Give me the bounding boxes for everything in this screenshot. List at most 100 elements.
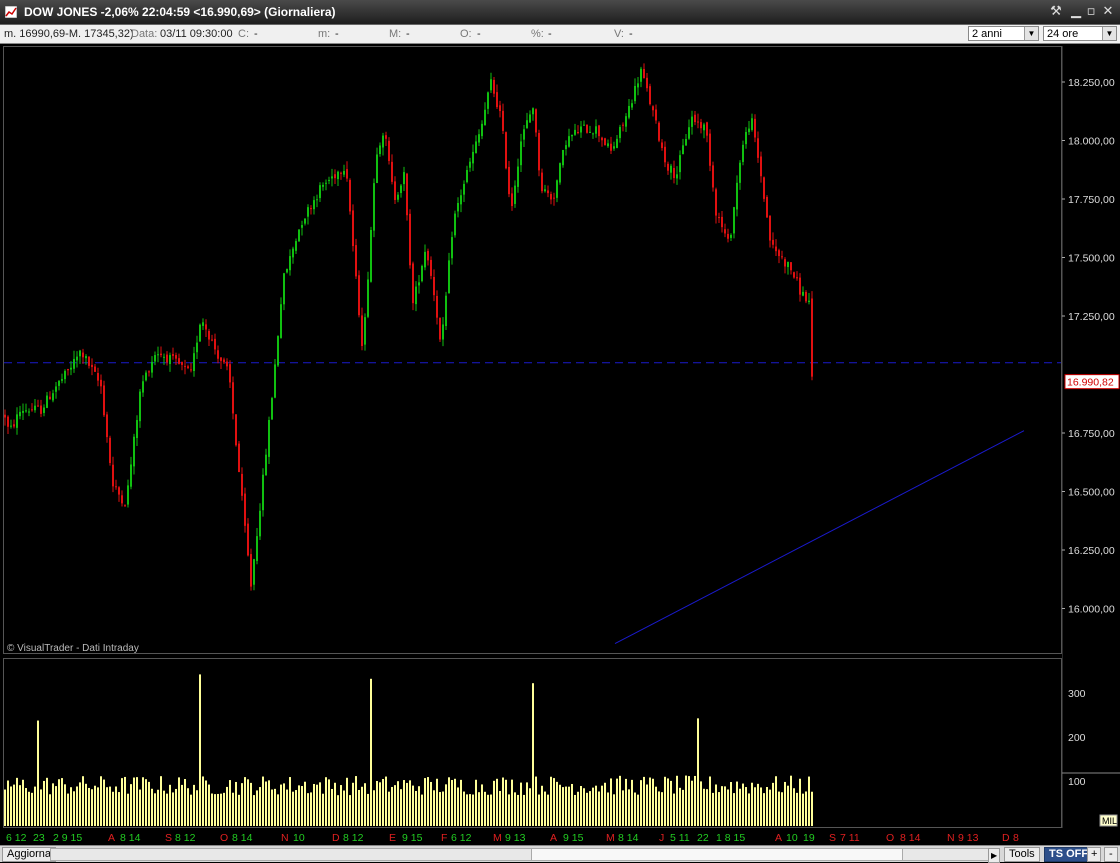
volume-bar [511, 779, 513, 826]
volume-bar [160, 776, 162, 826]
candle-body [370, 229, 372, 282]
min-value: - [335, 28, 339, 40]
volume-bar [517, 794, 519, 826]
volume-bar [787, 785, 789, 826]
candle-body [571, 134, 573, 137]
candle-body [739, 162, 741, 183]
volume-bar [106, 787, 108, 826]
date-axis-label: 7 11 [840, 832, 860, 844]
volume-bar [64, 784, 66, 826]
candle-body [730, 234, 732, 238]
candle-body [49, 396, 51, 400]
candle-body [418, 282, 420, 286]
volume-bar [94, 785, 96, 826]
hours-select-value: 24 ore [1047, 28, 1079, 40]
volume-bar [235, 781, 237, 826]
period-select[interactable]: 2 anni ▼ [968, 26, 1039, 41]
candle-body [751, 118, 753, 130]
volume-bar [520, 782, 522, 826]
volume-bar [733, 793, 735, 826]
volume-bar [694, 775, 696, 826]
volume-bar [685, 775, 687, 826]
candle-body [646, 77, 648, 89]
candle-body [310, 208, 312, 210]
refresh-button[interactable]: Aggiorna [2, 847, 57, 862]
volume-chart-panel[interactable] [3, 658, 1062, 828]
price-chart-panel[interactable] [3, 46, 1062, 654]
candle-body [187, 366, 189, 369]
volume-bar [187, 788, 189, 826]
volume-bar [775, 776, 777, 826]
minimize-button[interactable]: ▁ [1068, 4, 1084, 20]
price-axis-label: 16.750,00 [1068, 428, 1115, 440]
tools-button[interactable]: Tools [1004, 847, 1040, 862]
volume-bar [316, 784, 318, 826]
volume-bar [745, 787, 747, 826]
volume-bar [412, 785, 414, 826]
volume-bar [46, 777, 48, 826]
candle-body [340, 172, 342, 174]
volume-bar [637, 794, 639, 826]
date-axis-label: 8 [1013, 832, 1019, 844]
volume-bar [322, 793, 324, 826]
volume-bar [226, 786, 228, 826]
volume-bar [229, 780, 231, 826]
volume-bar [766, 787, 768, 826]
scrollbar-thumb[interactable] [531, 849, 903, 860]
candle-body [673, 168, 675, 179]
candle-body [562, 150, 564, 166]
volume-bar [724, 786, 726, 826]
candle-body [247, 523, 249, 556]
volume-bar [430, 781, 432, 826]
volume-bar [115, 786, 117, 826]
volume-axis-label: 100 [1068, 776, 1086, 788]
candle-body [181, 361, 183, 365]
close-button[interactable]: ✕ [1100, 4, 1116, 20]
candle-body [319, 185, 321, 199]
volume-bar [253, 795, 255, 826]
volume-bar [130, 784, 132, 826]
volume-bar [754, 787, 756, 826]
candle-body [58, 380, 60, 386]
candle-body [220, 357, 222, 361]
candle-body [208, 331, 210, 340]
zoom-out-button[interactable]: - [1104, 847, 1118, 862]
volume-bar [16, 777, 18, 826]
price-chart[interactable] [4, 47, 1061, 653]
candle-body [109, 437, 111, 463]
volume-bar [4, 789, 6, 826]
volume-bar [502, 777, 504, 826]
date-axis-label: N [947, 832, 955, 844]
candle-body [547, 190, 549, 194]
candle-body [409, 213, 411, 266]
candle-body [583, 124, 585, 126]
volume-bar [241, 783, 243, 826]
volume-bar [61, 778, 63, 826]
candle-body [733, 207, 735, 234]
volume-bar [373, 790, 375, 826]
candle-body [781, 256, 783, 258]
candle-body [361, 315, 363, 347]
candle-body [556, 180, 558, 198]
trendline[interactable] [614, 430, 1025, 645]
volume-bar [178, 777, 180, 826]
horizontal-scrollbar[interactable] [50, 848, 1000, 861]
maximize-button[interactable]: ▫ [1083, 4, 1099, 20]
ts-off-button[interactable]: TS OFF [1044, 847, 1094, 862]
volume-bar [355, 776, 357, 826]
volume-bar [457, 787, 459, 826]
candle-body [199, 324, 201, 342]
candle-body [655, 109, 657, 121]
candle-body [553, 197, 555, 199]
hours-select[interactable]: 24 ore ▼ [1043, 26, 1117, 41]
candle-body [55, 386, 57, 392]
volume-bar [40, 789, 42, 826]
zoom-in-button[interactable]: + [1087, 847, 1102, 862]
candle-body [619, 126, 621, 139]
volume-chart[interactable] [4, 659, 1061, 827]
volume-bar [181, 784, 183, 826]
volume-bar [418, 786, 420, 826]
tools-wrench-icon[interactable]: ⚒ [1048, 4, 1064, 20]
volume-bar [571, 783, 573, 826]
date-axis: 6 12 23 2 9 15 A 8 14 S 8 12 O 8 14 N 10 D 8 12 E 9 15… [3, 829, 1062, 844]
